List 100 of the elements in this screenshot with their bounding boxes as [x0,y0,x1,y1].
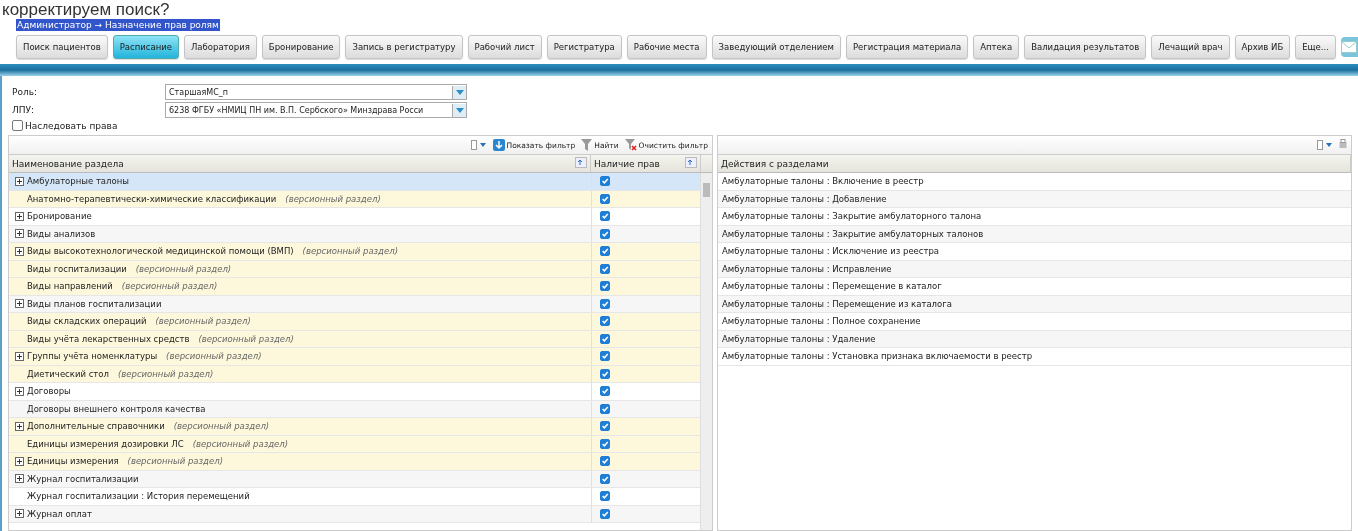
table-cell: Амбулаторные талоны : Включение в реестр [718,173,1351,191]
checkbox[interactable] [12,120,23,131]
checkbox[interactable] [600,403,610,414]
dropdown-field[interactable]: СтаршаяМС_п [165,84,467,100]
funnel-icon [581,139,593,151]
expand-plus-icon[interactable] [15,246,24,256]
table-row[interactable]: Договоры [9,383,700,401]
nav-button[interactable]: Рабочие места [626,35,707,59]
nav-button[interactable]: Валидация результатов [1024,35,1147,59]
expand-plus-icon[interactable] [15,176,24,186]
table-row[interactable]: Единицы измерения (версионный раздел) [9,453,700,471]
nav-button[interactable]: Архив ИБ [1234,35,1291,59]
checkbox[interactable] [600,438,610,449]
nav-button[interactable]: Расписание [112,35,179,59]
section-name: Группы учёта номенклатуры [27,351,158,362]
version-note: (версионный раздел) [135,263,232,274]
table-row[interactable]: Виды складских операций (версионный раздел) [9,313,700,331]
expand-plus-icon[interactable] [15,509,24,519]
checkbox[interactable] [600,281,610,292]
checkbox[interactable] [600,386,610,397]
expand-plus-icon[interactable] [15,211,24,221]
section-name: Диетический стол [27,368,109,379]
nav-button[interactable]: Запись в регистратуру [345,35,463,59]
table-cell: Амбулаторные талоны : Полное сохранение [718,313,1351,331]
table-row[interactable]: Группы учёта номенклатуры (версионный раздел) [9,348,700,366]
checkbox[interactable] [600,333,610,344]
section-name: Виды учёта лекарственных средств [27,333,190,344]
page-heading: корректируем поиск? [2,0,171,19]
columns-menu-icon[interactable] [470,140,487,150]
download-arrow-icon [492,139,505,151]
section-name: Виды госпитализации [27,263,127,274]
nav-button[interactable]: Лечащий врач [1151,35,1230,59]
table-row[interactable]: Бронирование [9,208,700,226]
nav-button[interactable]: Поиск пациентов [16,35,108,59]
checkbox[interactable] [600,473,610,484]
table-row[interactable]: Амбулаторные талоны [9,173,700,191]
expand-plus-icon[interactable] [15,421,24,431]
version-note: (версионный раздел) [127,456,223,467]
breadcrumb: Администратор → Назначение прав ролям [16,19,220,31]
nav-button[interactable]: Аптека [973,35,1020,59]
column-header[interactable]: Наименование раздела [12,158,124,169]
table-row[interactable]: Виды направлений (версионный раздел) [9,278,700,296]
checkbox[interactable] [600,176,610,187]
checkbox[interactable] [600,193,610,204]
sort-icon[interactable] [575,157,587,170]
checkbox[interactable] [600,351,610,362]
version-note: (версионный раздел) [302,246,398,257]
expand-plus-icon[interactable] [15,456,24,466]
version-note: (версионный раздел) [155,316,251,327]
checkbox[interactable] [600,508,610,519]
column-header[interactable]: Действия с разделами [721,158,829,169]
section-name: Единицы измерения [27,456,119,467]
expand-plus-icon[interactable] [15,351,24,361]
checkbox[interactable] [600,211,610,222]
nav-button[interactable]: Регистрация материала [845,35,969,59]
sort-icon[interactable] [685,157,697,170]
section-name: Журнал оплат [27,508,92,519]
table-row[interactable]: Журнал госпитализации : История перемещений [9,488,700,506]
nav-button[interactable]: Рабочий лист [467,35,542,59]
section-name: Виды высокотехнологической медицинской помощи (ВМП) [27,246,294,257]
checkbox[interactable] [600,316,610,327]
version-note: (версионный раздел) [117,368,214,379]
checkbox[interactable] [600,421,610,432]
table-cell: Амбулаторные талоны : Установка признака включаемости в реестр [718,348,1351,366]
section-name: Анатомно-терапевтически-химические классификации [27,193,277,204]
table-cell: Амбулаторные талоны : Исключение из реестра [718,243,1351,261]
checkbox[interactable] [600,246,610,257]
version-note: (версионный раздел) [166,351,262,362]
columns-menu-icon[interactable] [1317,140,1333,150]
checkbox[interactable] [600,368,610,379]
version-note: (версионный раздел) [198,333,294,344]
column-header[interactable]: Наличие прав [594,158,660,169]
version-note: (версионный раздел) [192,438,289,449]
section-name: Журнал госпитализации [27,473,139,484]
nav-button[interactable]: Регистратура [546,35,622,59]
nav-button[interactable]: Заведующий отделением [711,35,841,59]
expand-plus-icon[interactable] [15,299,24,309]
nav-button[interactable]: Еще... [1295,35,1336,59]
section-name: Виды планов госпитализации [27,298,162,309]
expand-plus-icon[interactable] [15,229,24,239]
table-cell: Амбулаторные талоны : Перемещение в каталог [718,278,1351,296]
expand-plus-icon[interactable] [15,386,24,396]
checkbox[interactable] [600,456,610,467]
section-name: Виды анализов [27,228,96,239]
scrollbar[interactable] [700,173,712,530]
expand-plus-icon[interactable] [15,474,24,484]
nav-button[interactable]: Лаборатория [183,35,257,59]
table-row[interactable]: Виды высокотехнологической медицинской помощи (ВМП) (версионный раздел) [9,243,700,261]
checkbox[interactable] [600,298,610,309]
section-name: Журнал госпитализации : История перемещений [27,491,250,502]
nav-button[interactable]: Бронирование [261,35,341,59]
section-name: Амбулаторные талоны [27,176,129,187]
funnel-cross-icon [624,139,637,151]
checkbox[interactable] [600,491,610,502]
field-label: Роль: [12,87,39,97]
dropdown-field[interactable]: 6238 ФГБУ «НМИЦ ПН им. В.П. Сербского» Минздрава Росси [165,102,467,118]
table-row[interactable]: Дополнительные справочники (версионный раздел) [9,418,700,436]
checkbox[interactable] [600,228,610,239]
version-note: (версионный раздел) [173,421,270,432]
checkbox[interactable] [600,263,610,274]
